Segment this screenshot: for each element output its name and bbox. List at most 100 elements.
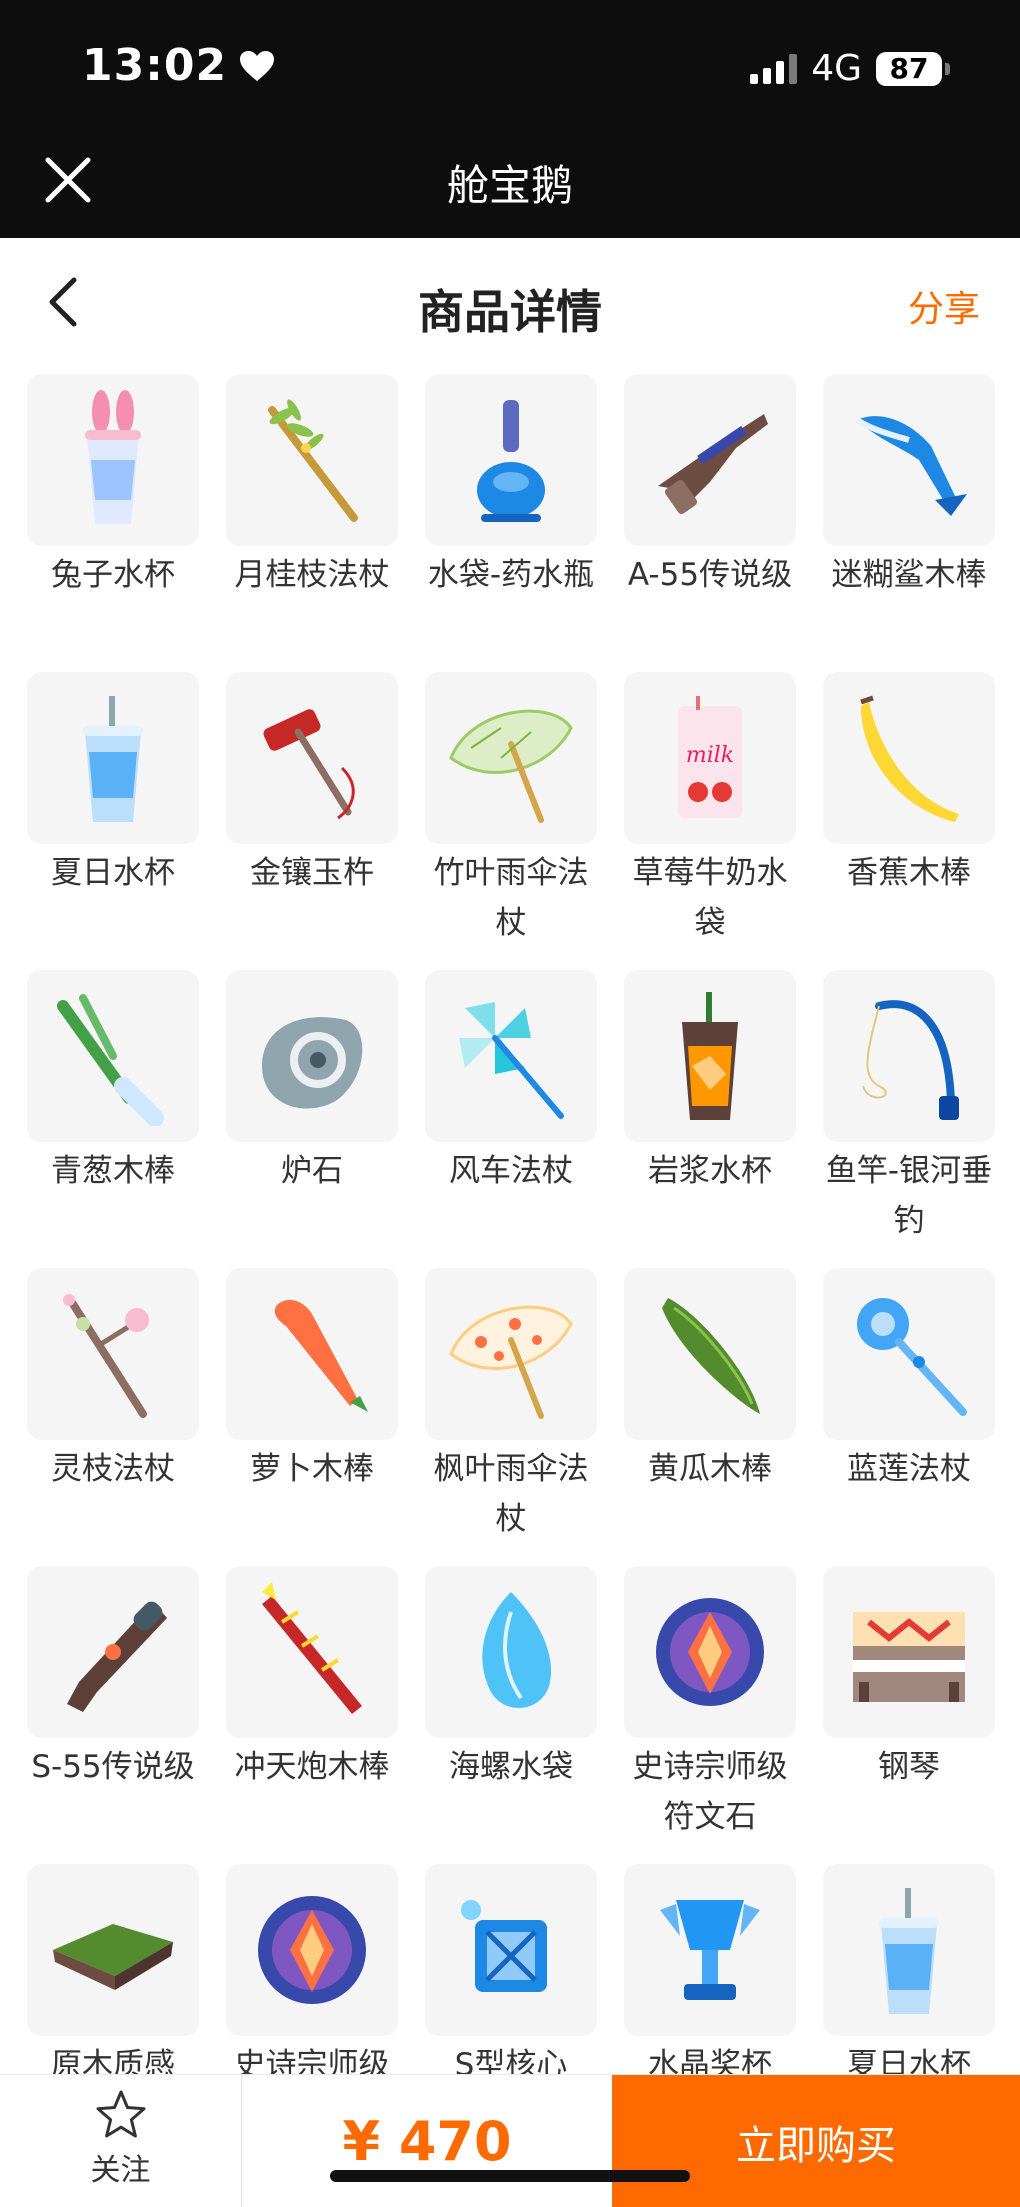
blue-lotus-staff-icon	[823, 1268, 995, 1440]
heart-icon	[239, 50, 275, 82]
rune-stone-icon	[624, 1566, 796, 1738]
rifle-icon	[624, 374, 796, 546]
grid-item[interactable]: 金镶玉杵	[226, 672, 398, 970]
item-name: 夏日水杯	[51, 855, 175, 891]
star-icon	[96, 2090, 145, 2138]
grid-item[interactable]: 海螺水袋	[425, 1566, 597, 1864]
item-name: 竹叶雨伞法杖	[433, 855, 589, 941]
item-name: 萝卜木棒	[250, 1451, 374, 1487]
bottom-bar: 关注 ¥ 470 立即购买	[0, 2074, 1020, 2207]
grid-item[interactable]: 鱼竿-银河垂钓	[823, 970, 995, 1268]
blossom-branch-icon	[27, 1268, 199, 1440]
item-name: 水袋-药水瓶	[427, 557, 595, 593]
battery-icon: 87	[876, 51, 950, 86]
item-name: 草莓牛奶水袋	[632, 855, 788, 941]
item-name: S-55传说级	[31, 1749, 195, 1785]
item-name: A-55传说级	[627, 557, 793, 593]
item-name: 青葱木棒	[51, 1153, 175, 1189]
price: ¥ 470	[342, 2110, 512, 2173]
buy-now-button[interactable]: 立即购买	[612, 2075, 1020, 2207]
item-name: 兔子水杯	[51, 557, 175, 593]
home-indicator	[330, 2170, 690, 2182]
grid-item[interactable]: A-55传说级	[624, 374, 796, 672]
item-name: 蓝莲法杖	[847, 1451, 971, 1487]
item-name: 灵枝法杖	[51, 1451, 175, 1487]
shark-bat-icon	[823, 374, 995, 546]
mallet-icon	[226, 672, 398, 844]
grid-item[interactable]: S-55传说级	[27, 1566, 199, 1864]
scallion-icon	[27, 970, 199, 1142]
laurel-staff-icon	[226, 374, 398, 546]
follow-label: 关注	[90, 2153, 151, 2188]
item-name: 月桂枝法杖	[234, 557, 390, 593]
item-name: 金镶玉杵	[250, 855, 374, 891]
grid-item[interactable]: 钢琴	[823, 1566, 995, 1864]
item-name: 史诗宗师级符文石	[632, 1749, 788, 1835]
grid-item[interactable]: 兔子水杯	[27, 374, 199, 672]
status-time: 13:02	[82, 40, 275, 91]
item-name: 炉石	[281, 1153, 343, 1189]
grid-item[interactable]: milk 草莓牛奶水袋	[624, 672, 796, 970]
page-title: 商品详情	[418, 285, 602, 339]
grid-item[interactable]: 冲天炮木棒	[226, 1566, 398, 1864]
maple-umbrella-icon	[425, 1268, 597, 1440]
grid-item[interactable]: 岩浆水杯	[624, 970, 796, 1268]
potion-bottle-icon	[425, 374, 597, 546]
grid-item[interactable]: 灵枝法杖	[27, 1268, 199, 1566]
firework-rocket-icon	[226, 1566, 398, 1738]
banana-icon	[823, 672, 995, 844]
grid-item[interactable]: 炉石	[226, 970, 398, 1268]
grid-item[interactable]: 迷糊鲨木棒	[823, 374, 995, 672]
carrot-icon	[226, 1268, 398, 1440]
item-grid: 兔子水杯 月桂枝法杖 水袋-药水瓶 A-55传说级 迷糊鲨木棒夏日水杯 金镶玉杵 竹叶雨伞法…	[27, 374, 999, 2162]
crystal-trophy-icon	[624, 1864, 796, 2036]
status-time-text: 13:02	[82, 40, 228, 91]
bamboo-umbrella-icon	[425, 672, 597, 844]
summer-cup-icon	[27, 672, 199, 844]
summer-cup-icon	[823, 1864, 995, 2036]
conch-icon	[425, 1566, 597, 1738]
grid-item[interactable]: 蓝莲法杖	[823, 1268, 995, 1566]
fishing-rod-icon	[823, 970, 995, 1142]
lava-cup-icon	[624, 970, 796, 1142]
item-name: 海螺水袋	[449, 1749, 573, 1785]
milk-bag-icon: milk	[624, 672, 796, 844]
item-name: 冲天炮木棒	[234, 1749, 390, 1785]
signal-icon	[750, 53, 798, 84]
rune-stone-icon	[226, 1864, 398, 2036]
cucumber-icon	[624, 1268, 796, 1440]
piano-icon	[823, 1566, 995, 1738]
item-name: 钢琴	[878, 1749, 940, 1785]
item-name: 枫叶雨伞法杖	[433, 1451, 589, 1537]
svg-text:milk: milk	[686, 743, 734, 768]
item-name: 香蕉木棒	[847, 855, 971, 891]
pinwheel-icon	[425, 970, 597, 1142]
grid-item[interactable]: 青葱木棒	[27, 970, 199, 1268]
grid-item[interactable]: 黄瓜木棒	[624, 1268, 796, 1566]
app-title: 舱宝鹅	[446, 161, 573, 210]
hearthstone-icon	[226, 970, 398, 1142]
grid-item[interactable]: 竹叶雨伞法杖	[425, 672, 597, 970]
grid-item[interactable]: 夏日水杯	[27, 672, 199, 970]
grid-item[interactable]: 萝卜木棒	[226, 1268, 398, 1566]
bunny-cup-icon	[27, 374, 199, 546]
top-bar: 13:02 4G 87 舱宝鹅	[0, 0, 1020, 238]
page-header: 商品详情 分享	[0, 238, 1020, 368]
grid-item[interactable]: 水袋-药水瓶	[425, 374, 597, 672]
grid-item[interactable]: 香蕉木棒	[823, 672, 995, 970]
item-name: 岩浆水杯	[648, 1153, 772, 1189]
share-button[interactable]: 分享	[908, 280, 980, 332]
grid-item[interactable]: 史诗宗师级符文石	[624, 1566, 796, 1864]
grid-item[interactable]: 月桂枝法杖	[226, 374, 398, 672]
grass-block-icon	[27, 1864, 199, 2036]
grid-item[interactable]: 枫叶雨伞法杖	[425, 1268, 597, 1566]
item-name: 鱼竿-银河垂钓	[825, 1153, 993, 1239]
battery-level: 87	[876, 51, 942, 86]
network-type: 4G	[811, 48, 862, 89]
item-name: 风车法杖	[449, 1153, 573, 1189]
grid-item[interactable]: 风车法杖	[425, 970, 597, 1268]
item-name: 黄瓜木棒	[648, 1451, 772, 1487]
follow-button[interactable]: 关注	[0, 2075, 242, 2207]
item-name: 迷糊鲨木棒	[831, 557, 987, 593]
core-cube-icon	[425, 1864, 597, 2036]
